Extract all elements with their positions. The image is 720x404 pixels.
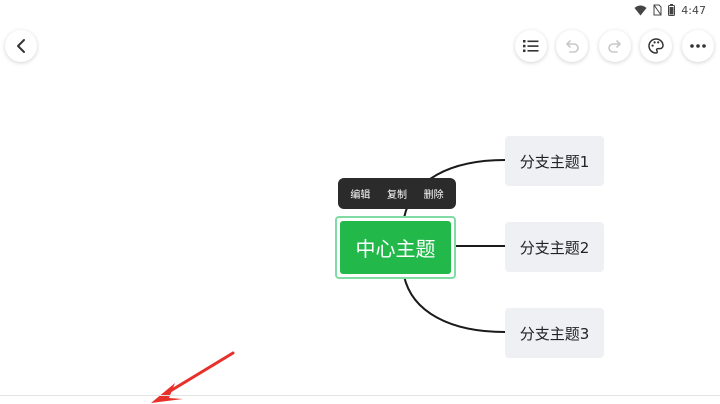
branch-topic-1[interactable]: 分支主题1 xyxy=(505,136,604,186)
branch-topic-3[interactable]: 分支主题3 xyxy=(505,308,604,358)
branch-connector-3 xyxy=(403,275,506,333)
delete-menu-item[interactable]: 删除 xyxy=(424,186,444,201)
copy-menu-item[interactable]: 复制 xyxy=(387,186,407,201)
node-context-menu: 编辑 复制 删除 xyxy=(338,178,456,209)
bottom-divider xyxy=(0,395,720,396)
branch-topic-2[interactable]: 分支主题2 xyxy=(505,222,604,272)
edit-menu-item[interactable]: 编辑 xyxy=(350,186,370,201)
central-topic-node[interactable]: 中心主题 xyxy=(335,216,456,279)
central-topic-label: 中心主题 xyxy=(340,221,451,274)
